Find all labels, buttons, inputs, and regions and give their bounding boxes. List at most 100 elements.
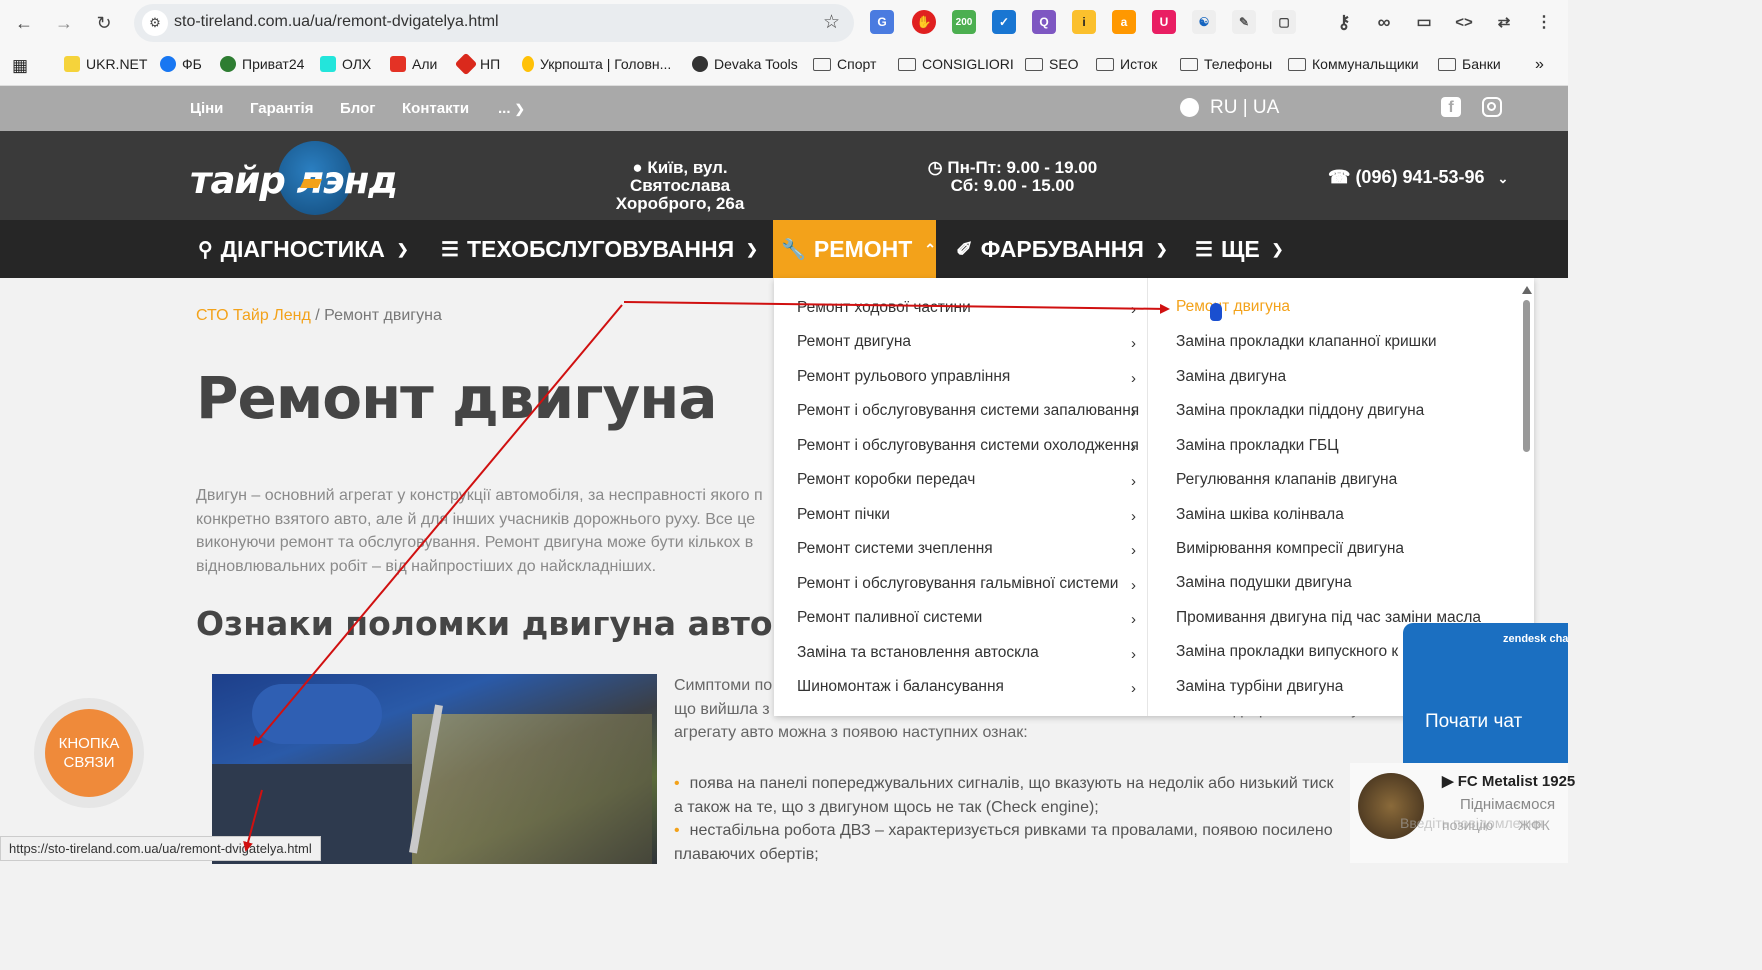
counter-badge: 200 xyxy=(955,16,973,28)
menu-item[interactable]: Ремонт і обслуговування системи запалюва… xyxy=(797,402,1142,421)
forward-icon[interactable]: → xyxy=(50,9,78,37)
adblock-ext-icon[interactable]: ✋ xyxy=(912,10,936,34)
bookmark-folder-istok[interactable]: Исток xyxy=(1096,56,1157,72)
bookmark-folder-banks[interactable]: Банки xyxy=(1438,56,1501,72)
submenu-item[interactable]: Заміна прокладки ГБЦ xyxy=(1176,437,1339,455)
bookmark-privat24[interactable]: Приват24 xyxy=(220,56,304,72)
phone-number: (096) 941-53-96 xyxy=(1355,167,1485,187)
translate-ext-icon[interactable]: G xyxy=(870,10,894,34)
menu-item[interactable]: Ремонт системи зчеплення › xyxy=(797,540,1142,559)
bookmark-label: SEO xyxy=(1049,56,1079,72)
bookmark-folder-utilities[interactable]: Коммунальщики xyxy=(1288,56,1419,72)
folder-icon xyxy=(1025,57,1043,71)
seo-ext-icon[interactable]: Q xyxy=(1032,10,1056,34)
shield-ext-icon[interactable]: U xyxy=(1152,10,1176,34)
nav-diagnostics[interactable]: ⚲ ДІАГНОСТИКА ❯ xyxy=(190,220,409,278)
nav-more[interactable]: ☰ ЩЕ ❯ xyxy=(1187,220,1283,278)
start-chat-button[interactable]: Почати чат xyxy=(1425,711,1522,733)
bookmark-label: Приват24 xyxy=(242,56,305,72)
menu-item[interactable]: Ремонт рульового управління › xyxy=(797,368,1142,387)
counter-ext-icon[interactable]: 200 xyxy=(952,10,976,34)
scrollbar-thumb[interactable] xyxy=(1523,300,1530,452)
i-ext-icon[interactable]: i xyxy=(1072,10,1096,34)
nova-poshta-icon xyxy=(454,52,478,76)
submenu-item[interactable]: Заміна подушки двигуна xyxy=(1176,574,1352,592)
screenshot-ext-icon[interactable]: ✎ xyxy=(1232,10,1256,34)
bookmark-label: НП xyxy=(480,56,501,72)
menu-item[interactable]: Ремонт і обслуговування системи охолодже… xyxy=(797,437,1142,456)
menu-item[interactable]: Заміна та встановлення автоскла › xyxy=(797,644,1142,663)
submenu-item[interactable]: Заміна двигуна xyxy=(1176,368,1286,386)
menu-icon[interactable]: ⋮ xyxy=(1532,10,1556,34)
language-switch[interactable]: RU | UA xyxy=(1210,97,1279,119)
bookmark-folder-consigliori[interactable]: CONSIGLIORI xyxy=(898,56,1014,72)
back-icon[interactable]: ← xyxy=(10,9,38,37)
link-icon[interactable]: ∞ xyxy=(1372,10,1396,34)
menu-item[interactable]: Шиномонтаж і балансування › xyxy=(797,678,1142,697)
bookmark-star-icon[interactable]: ☆ xyxy=(823,11,840,34)
menu-item[interactable]: Ремонт і обслуговування гальмівної систе… xyxy=(797,575,1142,594)
bookmarks-overflow-icon[interactable]: » xyxy=(1535,56,1544,74)
nav-painting[interactable]: ✐ ФАРБУВАННЯ ❯ xyxy=(948,220,1168,278)
menu-item[interactable]: Ремонт ходової частини › xyxy=(797,299,1142,318)
submenu-item[interactable]: Регулювання клапанів двигуна xyxy=(1176,471,1397,489)
facebook-icon[interactable]: f xyxy=(1441,97,1461,117)
reload-icon[interactable]: ↻ xyxy=(90,9,118,37)
address-bar[interactable]: ⚙ sto-tireland.com.ua/ua/remont-dvigatel… xyxy=(134,4,854,42)
topbar-link-contacts[interactable]: Контакти xyxy=(402,100,469,117)
topbar-link-warranty[interactable]: Гарантія xyxy=(250,100,313,117)
translate-page-icon[interactable]: ⇄ xyxy=(1492,10,1516,34)
ukrposhta-icon xyxy=(522,56,534,72)
zendesk-chat-widget[interactable]: zendesk cha Почати чат xyxy=(1403,623,1568,763)
submenu-item[interactable]: Вимірювання компресії двигуна xyxy=(1176,540,1404,558)
bookmark-folder-phones[interactable]: Телефоны xyxy=(1180,56,1272,72)
apps-grid-icon[interactable]: ▦ xyxy=(12,56,28,76)
intro-line: Двигун – основний агрегат у конструкції … xyxy=(196,487,763,504)
bookmark-folder-seo[interactable]: SEO xyxy=(1025,56,1079,72)
menu-item[interactable]: Ремонт паливної системи › xyxy=(797,609,1142,628)
scroll-up-icon[interactable] xyxy=(1522,286,1532,294)
bookmark-folder-sport[interactable]: Спорт xyxy=(813,56,876,72)
breadcrumb-home[interactable]: СТО Тайр Ленд xyxy=(196,307,311,324)
submenu-item[interactable]: Заміна прокладки випускного к xyxy=(1176,643,1398,661)
header-phone[interactable]: ☎ (096) 941-53-96 ⌄ xyxy=(1328,168,1508,188)
menu-item[interactable]: Ремонт пічки › xyxy=(797,506,1142,525)
photo-shape xyxy=(252,684,382,744)
submenu-item[interactable]: Заміна шківа колінвала xyxy=(1176,506,1344,524)
promo-notification[interactable]: ▶ FC Metalist 1925 Піднімаємося Введіть … xyxy=(1350,763,1575,863)
code-icon[interactable]: <> xyxy=(1452,10,1476,34)
menu-item[interactable]: Ремонт коробки передач › xyxy=(797,471,1142,490)
site-info-icon[interactable]: ⚙ xyxy=(142,10,168,36)
chevron-up-icon: ⌃ xyxy=(924,240,937,257)
a-ext-icon[interactable]: a xyxy=(1112,10,1136,34)
instagram-icon[interactable] xyxy=(1482,97,1502,117)
cast-ext-icon[interactable]: ☯ xyxy=(1192,10,1216,34)
bookmark-np[interactable]: НП xyxy=(454,52,501,76)
submenu-item[interactable]: Заміна турбіни двигуна xyxy=(1176,678,1343,696)
submenu-item[interactable]: Ремонт двигуна xyxy=(1176,298,1290,316)
site-logo[interactable]: тайр лэнд xyxy=(190,139,450,217)
key-icon[interactable]: ⚷ xyxy=(1332,10,1356,34)
devices-icon[interactable]: ▭ xyxy=(1412,10,1436,34)
menu-item[interactable]: Ремонт двигуна › xyxy=(797,333,1142,352)
bookmark-devaka[interactable]: Devaka Tools xyxy=(692,56,798,72)
nav-repair[interactable]: 🔧 РЕМОНТ ⌃ xyxy=(773,220,936,278)
check-ext-icon[interactable]: ✓ xyxy=(992,10,1016,34)
hours-line-2: Сб: 9.00 - 15.00 xyxy=(950,176,1075,195)
contact-button[interactable]: КНОПКА СВЯЗИ xyxy=(34,698,144,808)
bookmark-fb[interactable]: ФБ xyxy=(160,56,202,72)
topbar-link-blog[interactable]: Блог xyxy=(340,100,376,117)
chevron-right-icon: › xyxy=(1131,370,1136,387)
topbar-more[interactable]: ... ❯ xyxy=(498,100,525,117)
submenu-item[interactable]: Заміна прокладки піддону двигуна xyxy=(1176,402,1424,420)
url-text[interactable]: sto-tireland.com.ua/ua/remont-dvigatelya… xyxy=(174,13,499,31)
bookmark-ali[interactable]: Али xyxy=(390,56,437,72)
extensions-puzzle-icon[interactable]: ▢ xyxy=(1272,10,1296,34)
topbar-link-prices[interactable]: Ціни xyxy=(190,100,223,117)
devaka-icon xyxy=(692,56,708,72)
bookmark-ukrnet[interactable]: UKR.NET xyxy=(64,56,147,72)
bookmark-ukrposhta[interactable]: Укрпошта | Головн... xyxy=(522,56,671,72)
nav-maintenance[interactable]: ☰ ТЕХОБСЛУГОВУВАННЯ ❯ xyxy=(433,220,758,278)
bookmark-olx[interactable]: ОЛХ xyxy=(320,56,371,72)
submenu-item[interactable]: Заміна прокладки клапанної кришки xyxy=(1176,333,1437,351)
